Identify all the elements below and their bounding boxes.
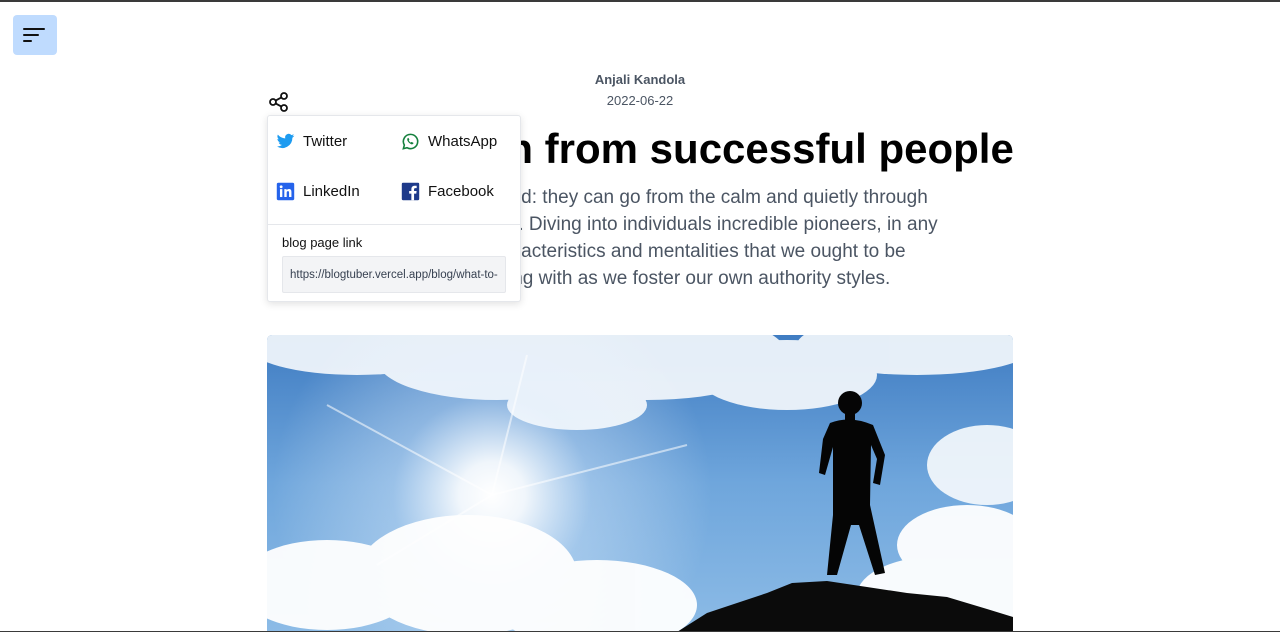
- publish-date: 2022-06-22: [606, 93, 674, 108]
- share-facebook-button[interactable]: Facebook: [401, 182, 494, 201]
- share-twitter-button[interactable]: Twitter: [276, 132, 347, 151]
- blog-link-label: blog page link: [282, 235, 363, 250]
- twitter-icon: [276, 133, 295, 149]
- twitter-label: Twitter: [303, 133, 348, 150]
- menu-button[interactable]: [13, 15, 57, 55]
- author-name: Anjali Kandola: [594, 72, 686, 87]
- top-border: [0, 0, 1280, 2]
- share-icon[interactable]: [268, 91, 290, 113]
- blog-link-field[interactable]: [282, 256, 506, 293]
- whatsapp-label: WhatsApp: [428, 133, 498, 150]
- facebook-icon: [401, 182, 420, 201]
- share-linkedin-button[interactable]: LinkedIn: [276, 182, 360, 201]
- share-popover: Twitter WhatsApp LinkedIn Facebook blog …: [267, 115, 521, 302]
- linkedin-label: LinkedIn: [303, 183, 360, 200]
- share-whatsapp-button[interactable]: WhatsApp: [401, 132, 497, 151]
- linkedin-icon: [276, 182, 295, 201]
- popover-divider: [268, 224, 520, 225]
- hero-image: [267, 335, 1013, 632]
- hamburger-menu-icon: [23, 28, 45, 42]
- facebook-label: Facebook: [428, 183, 494, 200]
- whatsapp-icon: [402, 133, 419, 150]
